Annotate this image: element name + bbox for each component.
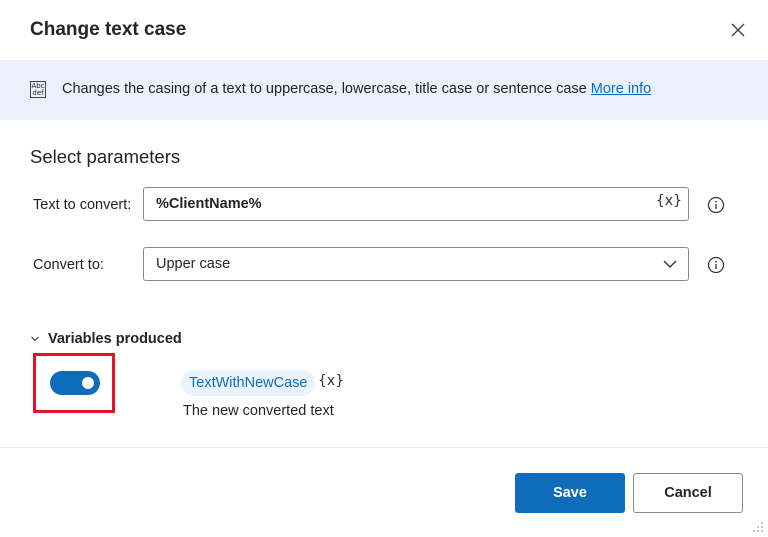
chevron-down-icon: [31, 336, 39, 342]
insert-variable-button[interactable]: {x}: [656, 193, 682, 209]
resize-grip-icon[interactable]: [752, 521, 764, 533]
variable-edit-button[interactable]: {x}: [318, 373, 344, 389]
more-info-link[interactable]: More info: [591, 81, 651, 97]
info-icon[interactable]: [707, 196, 725, 214]
abc-def-icon: Abc def: [30, 81, 46, 98]
text-to-convert-value: %ClientName%: [156, 196, 262, 212]
footer-divider: [0, 447, 768, 448]
variables-produced-toggle[interactable]: Variables produced: [30, 331, 182, 347]
banner-text: Changes the casing of a text to uppercas…: [62, 81, 587, 97]
dialog-title: Change text case: [30, 19, 187, 40]
variable-name-chip[interactable]: TextWithNewCase: [181, 370, 316, 396]
toggle-knob: [82, 377, 94, 389]
chevron-down-icon: [663, 260, 677, 268]
text-to-convert-label: Text to convert:: [33, 197, 132, 213]
convert-to-label: Convert to:: [33, 257, 104, 273]
cancel-button[interactable]: Cancel: [633, 473, 743, 513]
variable-toggle[interactable]: [50, 371, 100, 395]
variable-description: The new converted text: [183, 403, 334, 419]
convert-to-selected: Upper case: [156, 256, 231, 272]
variables-produced-label: Variables produced: [48, 331, 182, 347]
convert-to-dropdown[interactable]: Upper case: [143, 247, 689, 281]
banner-description: Changes the casing of a text to uppercas…: [62, 81, 651, 97]
close-icon: [731, 23, 745, 37]
section-title: Select parameters: [30, 146, 181, 167]
text-to-convert-input[interactable]: %ClientName% {x}: [143, 187, 689, 221]
info-icon[interactable]: [707, 256, 725, 274]
close-button[interactable]: [726, 18, 750, 42]
save-button[interactable]: Save: [515, 473, 625, 513]
